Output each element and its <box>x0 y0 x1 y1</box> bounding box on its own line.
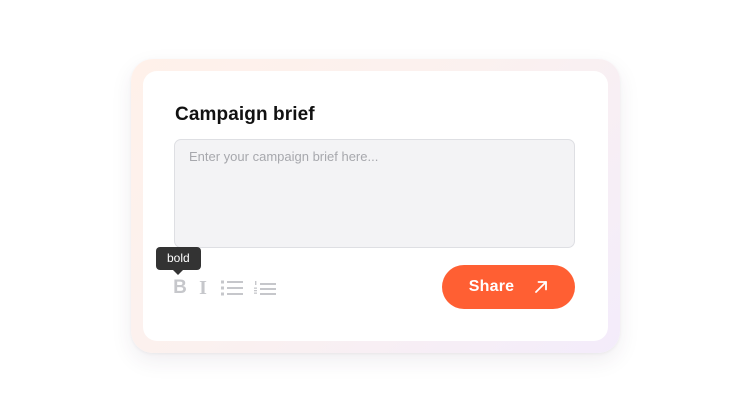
page: Campaign brief bold B I <box>0 0 750 417</box>
bold-icon[interactable]: B <box>173 277 187 299</box>
campaign-brief-card: Campaign brief bold B I <box>143 71 608 341</box>
bulleted-list-icon[interactable] <box>219 277 245 299</box>
arrow-up-right-icon <box>534 280 548 294</box>
bold-tooltip: bold <box>156 247 201 275</box>
formatting-toolbar: B I <box>173 277 277 299</box>
numbered-list-icon[interactable] <box>253 277 277 299</box>
share-button-label: Share <box>468 278 515 295</box>
card-frame: Campaign brief bold B I <box>131 59 620 353</box>
campaign-brief-input[interactable] <box>174 139 575 248</box>
share-button[interactable]: Share <box>442 265 575 309</box>
card-title: Campaign brief <box>175 104 315 125</box>
italic-icon[interactable]: I <box>197 277 209 299</box>
